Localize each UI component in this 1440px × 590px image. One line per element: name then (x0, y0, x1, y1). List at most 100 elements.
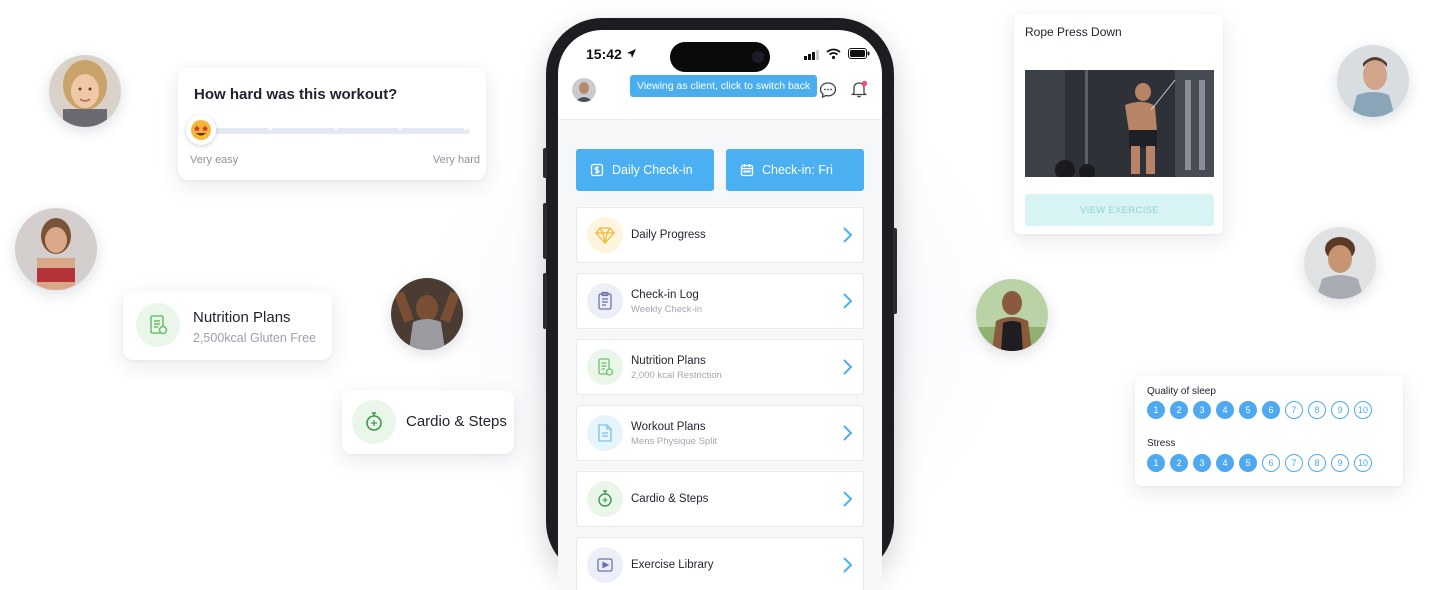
calendar-icon (740, 163, 754, 177)
sleep-quality-option-3[interactable]: 3 (1193, 401, 1211, 419)
checkin-fri-label: Check-in: Fri (762, 163, 833, 177)
chevron-right-icon (843, 557, 853, 573)
phone-volume-down (543, 273, 547, 329)
stress-option-8[interactable]: 8 (1308, 454, 1326, 472)
front-camera (752, 51, 764, 63)
video-icon (587, 547, 623, 583)
stress-option-1[interactable]: 1 (1147, 454, 1165, 472)
view-exercise-button[interactable]: VIEW EXERCISE (1025, 194, 1214, 226)
menu-item-subtitle: Mens Physique Split (631, 436, 718, 447)
sleep-quality-option-8[interactable]: 8 (1308, 401, 1326, 419)
slider-tick (268, 126, 272, 130)
wifi-icon (826, 48, 841, 60)
sleep-quality-option-5[interactable]: 5 (1239, 401, 1257, 419)
phone-side-button (543, 148, 547, 178)
difficulty-slider-track[interactable] (208, 128, 470, 134)
cardio-steps-card[interactable]: Cardio & Steps (342, 390, 514, 454)
notification-bell-icon[interactable] (850, 80, 868, 98)
client-avatar[interactable] (572, 78, 596, 102)
menu-item-title: Daily Progress (631, 229, 706, 241)
phone-volume-up (543, 203, 547, 259)
chevron-right-icon (843, 491, 853, 507)
sleep-quality-label: Quality of sleep (1147, 386, 1216, 397)
dollar-square-icon (590, 163, 604, 177)
exercise-card: Rope Press Down VIEW EXERCISE (1014, 14, 1223, 234)
location-arrow-icon (627, 49, 636, 58)
nutrition-plans-card[interactable]: Nutrition Plans 2,500kcal Gluten Free (123, 291, 332, 360)
stress-option-3[interactable]: 3 (1193, 454, 1211, 472)
slider-tick (334, 126, 338, 130)
sleep-quality-option-6[interactable]: 6 (1262, 401, 1280, 419)
sleep-quality-option-1[interactable]: 1 (1147, 401, 1165, 419)
wellbeing-rating-card: Quality of sleep 1 2 3 4 5 6 7 8 9 10 Stress 1234… (1135, 376, 1403, 486)
sleep-quality-option-10[interactable]: 10 (1354, 401, 1372, 419)
status-time: 15:42 (586, 46, 622, 62)
avatar-woman-workout (391, 278, 463, 350)
stress-option-7[interactable]: 7 (1285, 454, 1303, 472)
menu-item-cardio-steps[interactable]: Cardio & Steps (576, 471, 864, 527)
menu-item-subtitle: 2,000 kcal Restriction (631, 370, 722, 381)
menu-item-nutrition-plans[interactable]: Nutrition Plans 2,000 kcal Restriction (576, 339, 864, 395)
dynamic-island (670, 42, 770, 72)
avatar-blonde-woman (49, 55, 121, 127)
signal-icon (804, 50, 819, 60)
exercise-title: Rope Press Down (1025, 25, 1122, 39)
chevron-right-icon (843, 425, 853, 441)
menu-item-title: Nutrition Plans (631, 355, 706, 367)
slider-tick (398, 126, 402, 130)
avatar-man-curly-hair (1304, 227, 1376, 299)
stress-option-4[interactable]: 4 (1216, 454, 1234, 472)
chat-icon[interactable] (819, 81, 837, 99)
sleep-quality-scale: 1 2 3 4 5 6 7 8 9 10 (1147, 401, 1372, 419)
stress-option-5[interactable]: 5 (1239, 454, 1257, 472)
viewing-as-client-tooltip[interactable]: Viewing as client, click to switch back (630, 75, 818, 97)
workout-difficulty-card: How hard was this workout? Very easy Ver… (178, 68, 486, 180)
stress-scale: 1 2 3 4 5 6 7 8 9 10 (1147, 454, 1372, 472)
meal-plan-icon (136, 303, 180, 347)
sleep-quality-option-4[interactable]: 4 (1216, 401, 1234, 419)
menu-item-title: Workout Plans (631, 421, 706, 433)
sleep-quality-option-2[interactable]: 2 (1170, 401, 1188, 419)
stress-option-9[interactable]: 9 (1331, 454, 1349, 472)
menu-item-subtitle: Weekly Check-in (631, 304, 703, 315)
stress-option-10[interactable]: 10 (1354, 454, 1372, 472)
stopwatch-icon (587, 481, 623, 517)
chevron-right-icon (843, 359, 853, 375)
menu-item-exercise-library[interactable]: Exercise Library (576, 537, 864, 590)
diamond-icon (587, 217, 623, 253)
clipboard-icon (587, 283, 623, 319)
menu-item-checkin-log[interactable]: Check-in Log Weekly Check-in (576, 273, 864, 329)
star-struck-emoji-icon[interactable] (186, 115, 216, 145)
workout-difficulty-title: How hard was this workout? (194, 86, 398, 103)
stress-label: Stress (1147, 438, 1176, 449)
menu-item-workout-plans[interactable]: Workout Plans Mens Physique Split (576, 405, 864, 461)
phone-content: Daily Check-in Check-in: Fri Daily Progr… (558, 120, 882, 590)
chevron-right-icon (843, 227, 853, 243)
phone-screen: 15:42 Viewing as client, click to switch… (558, 30, 882, 590)
exercise-video-thumbnail[interactable] (1025, 70, 1214, 177)
avatar-woman-sports-bra (15, 208, 97, 290)
chevron-right-icon (843, 293, 853, 309)
battery-icon (848, 48, 870, 59)
stress-option-2[interactable]: 2 (1170, 454, 1188, 472)
menu-item-title: Cardio & Steps (631, 493, 709, 505)
nutrition-card-subtitle: 2,500kcal Gluten Free (193, 331, 316, 345)
sleep-quality-option-7[interactable]: 7 (1285, 401, 1303, 419)
phone-power-button (893, 228, 897, 314)
meal-plan-icon (587, 349, 623, 385)
slider-tick (464, 126, 468, 130)
stopwatch-icon (352, 400, 396, 444)
stress-option-6[interactable]: 6 (1262, 454, 1280, 472)
phone-mockup: 15:42 Viewing as client, click to switch… (543, 18, 897, 590)
avatar-man-profile (1337, 45, 1409, 117)
difficulty-high-label: Very hard (432, 154, 480, 166)
daily-checkin-button[interactable]: Daily Check-in (576, 149, 714, 191)
checkin-fri-button[interactable]: Check-in: Fri (726, 149, 864, 191)
menu-item-daily-progress[interactable]: Daily Progress (576, 207, 864, 263)
nutrition-card-title: Nutrition Plans (193, 309, 291, 326)
difficulty-low-label: Very easy (190, 154, 239, 166)
menu-item-title: Exercise Library (631, 559, 714, 571)
document-icon (587, 415, 623, 451)
sleep-quality-option-9[interactable]: 9 (1331, 401, 1349, 419)
daily-checkin-label: Daily Check-in (612, 163, 693, 177)
